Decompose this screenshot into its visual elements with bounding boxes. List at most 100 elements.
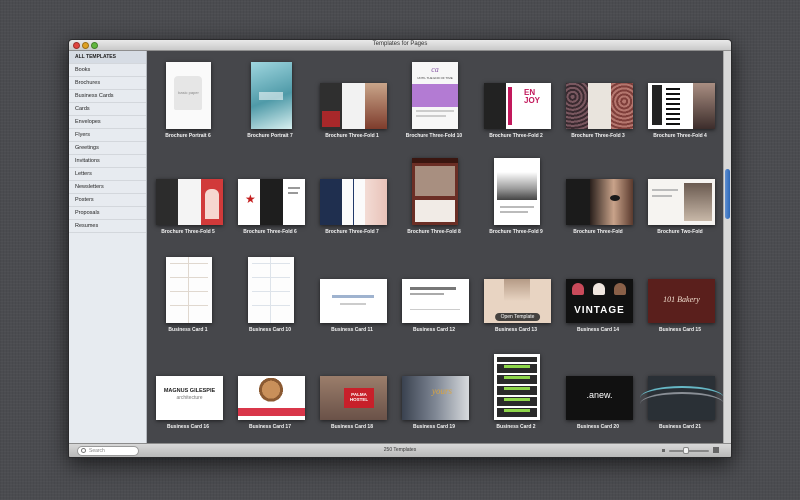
template-thumbnail: VINTAGE — [566, 279, 633, 323]
template-thumbnail — [566, 83, 633, 129]
template-tile[interactable]: Business Card 1 — [148, 245, 228, 338]
bottom-bar: Search 250 Templates — [69, 443, 731, 457]
template-tile[interactable]: Business Card 10 — [230, 245, 310, 338]
template-label: Business Card 20 — [577, 424, 619, 430]
sidebar-item-brochures[interactable]: Brochures — [69, 77, 146, 90]
template-thumbnail: 101 Bakery — [648, 279, 715, 323]
template-label: Business Card 21 — [659, 424, 701, 430]
template-thumbnail: Open Template — [484, 279, 551, 323]
small-thumbnail-icon[interactable] — [662, 449, 665, 452]
template-thumbnail — [566, 179, 633, 225]
slider-knob[interactable] — [683, 447, 689, 454]
template-tile[interactable]: yours Business Card 19 — [394, 342, 474, 435]
template-tile[interactable]: Business Card 2 — [476, 342, 556, 435]
template-thumbnail: basic paper — [166, 62, 211, 129]
sidebar-item-greetings[interactable]: Greetings — [69, 142, 146, 155]
sidebar-item-letters[interactable]: Letters — [69, 168, 146, 181]
template-tile[interactable]: MAGNUS GILESPIE architecture Business Ca… — [148, 342, 228, 435]
template-label: Brochure Portrait 6 — [165, 133, 211, 139]
template-label: Business Card 12 — [413, 327, 455, 333]
template-label: Business Card 15 — [659, 327, 701, 333]
template-thumbnail — [156, 179, 223, 225]
template-label: Brochure Three-Fold 6 — [243, 229, 297, 235]
template-tile[interactable]: EN JOY Brochure Three-Fold 2 — [476, 51, 556, 144]
template-thumbnail: ★ — [238, 179, 305, 225]
template-thumbnail — [320, 279, 387, 323]
template-label: Brochure Three-Fold 3 — [571, 133, 625, 139]
template-tile[interactable]: Brochure Three-Fold 9 — [476, 148, 556, 241]
template-tile[interactable]: Brochure Three-Fold 8 — [394, 148, 474, 241]
open-template-button[interactable]: Open Template — [494, 313, 541, 321]
template-label: Brochure Three-Fold 2 — [489, 133, 543, 139]
templates-window: Templates for Pages ALL TEMPLATES Books … — [68, 39, 732, 458]
template-label: Business Card 19 — [413, 424, 455, 430]
sidebar-item-newsletters[interactable]: Newsletters — [69, 181, 146, 194]
template-thumbnail: PALMA HOSTEL — [320, 376, 387, 420]
template-count: 250 Templates — [383, 447, 417, 453]
large-thumbnail-icon[interactable] — [713, 447, 719, 453]
template-thumbnail — [494, 158, 540, 225]
template-thumbnail — [238, 376, 305, 420]
template-label: Business Card 10 — [249, 327, 291, 333]
thumbnail-size-slider[interactable] — [669, 450, 709, 452]
template-label: Business Card 1 — [168, 327, 208, 333]
sidebar-item-proposals[interactable]: Proposals — [69, 207, 146, 220]
template-thumbnail — [251, 62, 292, 129]
template-thumbnail — [648, 83, 715, 129]
template-label: Brochure Three-Fold 8 — [407, 229, 461, 235]
template-label: Brochure Three-Fold 4 — [653, 133, 707, 139]
template-label: Brochure Two-Fold — [657, 229, 703, 235]
sidebar-item-books[interactable]: Books — [69, 64, 146, 77]
template-tile[interactable]: ★ Brochure Three-Fold 6 — [230, 148, 310, 241]
template-label: Brochure Three-Fold — [573, 229, 623, 235]
template-thumbnail — [648, 179, 715, 225]
template-thumbnail — [640, 376, 724, 420]
template-thumbnail — [320, 179, 387, 225]
template-thumbnail — [248, 257, 294, 323]
template-thumbnail: EN JOY — [484, 83, 551, 129]
template-thumbnail — [494, 354, 540, 420]
template-tile[interactable]: Brochure Three-Fold 3 — [558, 51, 638, 144]
sidebar-item-cards[interactable]: Cards — [69, 103, 146, 116]
template-label: Business Card 16 — [167, 424, 209, 430]
sidebar-item-flyers[interactable]: Flyers — [69, 129, 146, 142]
template-tile[interactable]: Brochure Three-Fold — [558, 148, 638, 241]
template-label: Brochure Three-Fold 10 — [405, 133, 463, 139]
template-tile[interactable]: VINTAGE Business Card 14 — [558, 245, 638, 338]
template-thumbnail — [402, 279, 469, 323]
template-tile[interactable]: Business Card 12 — [394, 245, 474, 338]
template-label: Business Card 14 — [577, 327, 619, 333]
template-tile[interactable]: Brochure Portrait 7 — [230, 51, 310, 144]
template-tile[interactable]: Brochure Three-Fold 7 — [312, 148, 392, 241]
sidebar-item-envelopes[interactable]: Envelopes — [69, 116, 146, 129]
sidebar-item-all-templates[interactable]: ALL TEMPLATES — [69, 51, 146, 64]
template-tile[interactable]: Brochure Three-Fold 4 — [640, 51, 720, 144]
template-label: Brochure Portrait 7 — [247, 133, 293, 139]
template-thumbnail: .anew. — [566, 376, 633, 420]
template-tile[interactable]: Business Card 11 — [312, 245, 392, 338]
sidebar-item-invitations[interactable]: Invitations — [69, 155, 146, 168]
template-tile[interactable]: 101 Bakery Business Card 15 — [640, 245, 720, 338]
template-grid: basic paper Brochure Portrait 6 Brochure… — [148, 51, 724, 443]
template-tile[interactable]: Business Card 17 — [230, 342, 310, 435]
category-sidebar: ALL TEMPLATES Books Brochures Business C… — [69, 51, 147, 443]
scrollbar-thumb[interactable] — [725, 169, 730, 219]
template-tile[interactable]: Brochure Three-Fold 1 — [312, 51, 392, 144]
template-thumbnail: ca UNTIL THE END OF TIME — [412, 62, 458, 129]
template-tile[interactable]: PALMA HOSTEL Business Card 18 — [312, 342, 392, 435]
vertical-scrollbar[interactable] — [723, 51, 731, 443]
template-tile[interactable]: basic paper Brochure Portrait 6 — [148, 51, 228, 144]
sidebar-item-business-cards[interactable]: Business Cards — [69, 90, 146, 103]
template-tile[interactable]: Open Template Business Card 13 — [476, 245, 556, 338]
sidebar-item-resumes[interactable]: Resumes — [69, 220, 146, 233]
template-tile[interactable]: ca UNTIL THE END OF TIME Brochure Three-… — [394, 51, 474, 144]
template-tile[interactable]: Brochure Two-Fold — [640, 148, 720, 241]
template-tile[interactable]: .anew. Business Card 20 — [558, 342, 638, 435]
template-label: Brochure Three-Fold 9 — [489, 229, 543, 235]
template-label: Brochure Three-Fold 7 — [325, 229, 379, 235]
template-label: Business Card 2 — [496, 424, 536, 430]
template-tile[interactable]: Brochure Three-Fold 5 — [148, 148, 228, 241]
template-tile[interactable]: Business Card 21 — [640, 342, 724, 435]
template-label: Brochure Three-Fold 5 — [161, 229, 215, 235]
sidebar-item-posters[interactable]: Posters — [69, 194, 146, 207]
